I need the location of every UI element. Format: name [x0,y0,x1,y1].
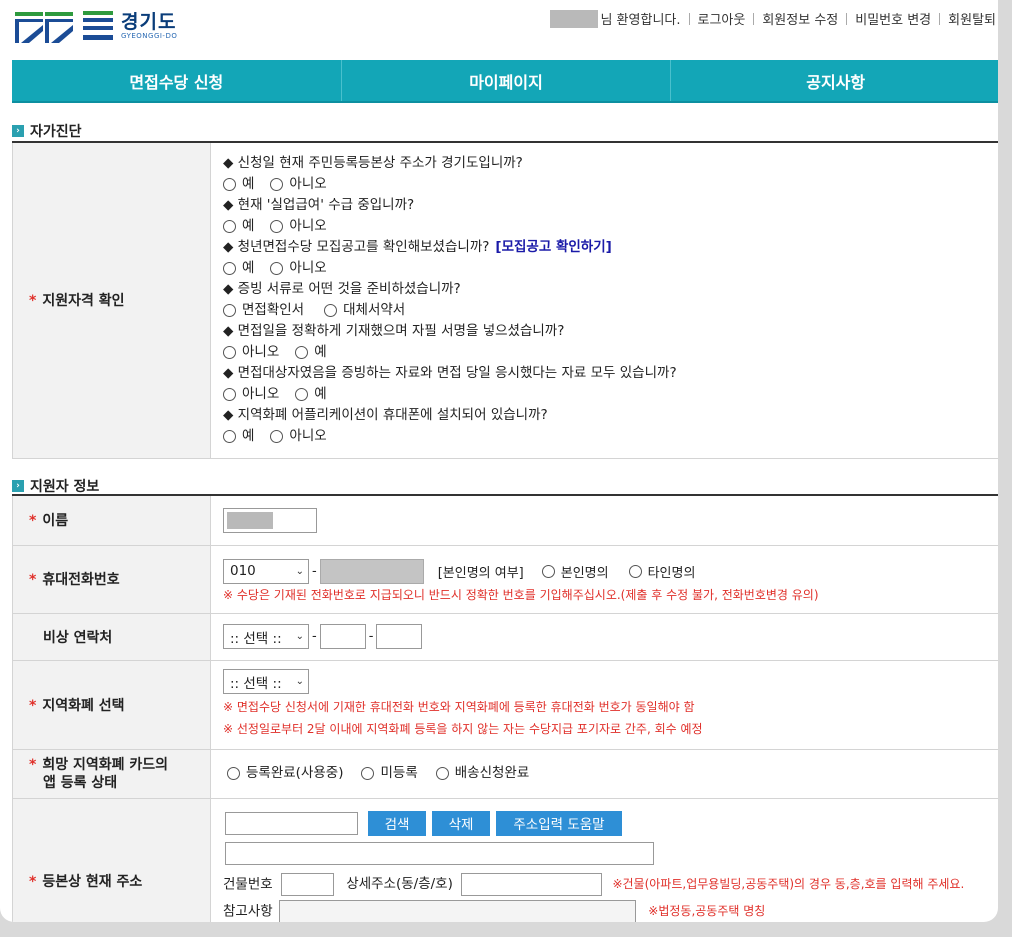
chevron-down-icon: ⌄ [295,676,304,687]
q3-option-no[interactable]: 아니오 [270,258,327,279]
currency-warning-2: ※ 선정일로부터 2달 이내에 지역화폐 등록을 하지 않는 자는 수당지급 포… [223,722,703,736]
applicant-table: * 이름 * 휴대전화번호 010 ⌄ - [본인명의 여부] 본인명의 타인명의 ※… [12,494,998,922]
q3-option-yes[interactable]: 예 [223,258,254,279]
reference-warning: ※법정동,공동주택 명칭 [648,904,766,918]
logo-title: 경기도 [121,10,177,33]
card-option-registered[interactable]: 등록완료(사용중) [227,763,343,784]
q7-option-no[interactable]: 아니오 [270,426,327,447]
card-option-unregistered[interactable]: 미등록 [361,763,418,784]
self-check-heading: › 자가진단 [12,121,82,141]
chevron-down-icon: ⌄ [295,631,304,642]
name-field[interactable] [223,507,317,533]
question-3: ◆ 청년면접수당 모집공고를 확인해보셨습니까? [모집공고 확인하기] [223,239,612,256]
nav-mypage[interactable]: 마이페이지 [342,60,672,101]
reference-label: 참고사항 [223,903,273,919]
q2-option-yes[interactable]: 예 [223,216,254,237]
top-bar: 경기도 GYEONGGI-DO 님 환영합니다. 로그아웃 회원정보 수정 비밀… [0,0,998,60]
applicant-heading: › 지원자 정보 [12,476,99,496]
main-nav: 면접수당 신청 마이페이지 공지사항 [12,60,998,103]
address-delete-button[interactable]: 삭제 [432,810,490,836]
q4-option-interview-cert[interactable]: 면접확인서 [223,300,304,321]
detail-address-label: 상세주소(동/층/호) [346,876,453,892]
zipcode-field[interactable] [225,811,358,835]
detail-address-field[interactable] [461,872,603,896]
phone-warning: ※ 수당은 기재된 전화번호로 지급되오니 반드시 정확한 번호를 기입해주십시… [223,587,819,602]
eligibility-label: 지원자격 확인 [42,293,125,310]
q1-option-yes[interactable]: 예 [223,174,254,195]
welcome-text: 님 환영합니다. [600,13,681,28]
q1-option-no[interactable]: 아니오 [270,174,327,195]
eligibility-questions: ◆ 신청일 현재 주민등록등본상 주소가 경기도입니까? 예 아니오 ◆ 현재 … [210,141,998,459]
self-check-table: * 지원자격 확인 ◆ 신청일 현재 주민등록등본상 주소가 경기도입니까? 예 … [12,141,998,459]
chevron-right-icon: › [12,480,24,492]
reference-field[interactable] [278,899,636,922]
currency-label: 지역화폐 선택 [42,697,125,714]
emergency-last-field[interactable] [376,624,423,649]
identity-option-other[interactable]: 타인명의 [628,562,695,581]
identity-option-self[interactable]: 본인명의 [541,562,609,581]
q7-option-yes[interactable]: 예 [223,426,254,447]
q6-option-yes[interactable]: 예 [295,384,327,405]
address-detail-row: 건물번호 상세주소(동/층/호) ※건물(아파트,업무용빌딩,공동주택)의 경우… [223,872,986,896]
notice-link[interactable]: [모집공고 확인하기] [495,239,611,255]
phone-prefix-select[interactable]: 010 ⌄ [223,558,309,584]
logo-subtitle: GYEONGGI-DO [121,31,178,40]
page: 경기도 GYEONGGI-DO 님 환영합니다. 로그아웃 회원정보 수정 비밀… [0,0,998,922]
card-status-label: 희망 지역화폐 카드의 [42,756,168,773]
chevron-down-icon: ⌄ [295,565,304,577]
emergency-prefix-select[interactable]: :: 선택 :: ⌄ [223,624,309,649]
question-5: ◆ 면접일을 정확하게 기재했으며 자필 서명을 넣으셨습니까? [223,323,565,340]
question-2: ◆ 현재 '실업급여' 수급 중입니까? [223,197,415,214]
name-label: 이름 [42,513,69,530]
question-6: ◆ 면접대상자였음을 증빙하는 자료와 면접 당일 응시했다는 자료 모두 있습… [223,365,677,382]
address-warning: ※건물(아파트,업무용빌딩,공동주택)의 경우 동,층,호를 입력해 주세요. [612,877,965,891]
phone-number-field[interactable] [319,558,424,584]
card-option-delivery[interactable]: 배송신청완료 [435,763,529,784]
currency-select[interactable]: :: 선택 :: ⌄ [223,669,309,694]
nav-apply[interactable]: 면접수당 신청 [12,60,342,101]
nav-notice[interactable]: 공지사항 [671,60,998,101]
q4-option-substitute-pledge[interactable]: 대체서약서 [324,300,405,321]
emergency-label: 비상 연락처 [43,629,113,646]
address-main-field[interactable] [225,841,654,865]
q6-option-no[interactable]: 아니오 [223,384,279,405]
q5-option-yes[interactable]: 예 [295,342,327,363]
user-name-redacted [550,9,599,28]
withdraw-link[interactable]: 회원탈퇴 [948,9,996,28]
question-7: ◆ 지역화폐 어플리케이션이 휴대폰에 설치되어 있습니까? [223,407,548,424]
logo-mark-icon [15,9,113,43]
logout-link[interactable]: 로그아웃 [698,9,746,28]
building-no-field[interactable] [280,872,334,896]
currency-warning-1: ※ 면접수당 신청서에 기재한 휴대전화 번호와 지역화폐에 등록한 휴대전화 … [223,700,695,714]
address-search-button[interactable]: 검색 [368,810,426,836]
address-label: 등본상 현재 주소 [42,873,143,890]
building-no-label: 건물번호 [223,876,273,892]
address-help-button[interactable]: 주소입력 도움말 [496,810,622,836]
name-redacted [227,511,273,529]
chevron-right-icon: › [12,125,24,137]
user-menu: 님 환영합니다. 로그아웃 회원정보 수정 비밀번호 변경 회원탈퇴 [550,9,996,28]
q5-option-no[interactable]: 아니오 [223,342,279,363]
reference-row: 참고사항 ※법정동,공동주택 명칭 [223,899,986,922]
gyeonggi-logo[interactable]: 경기도 GYEONGGI-DO [15,9,177,43]
question-4: ◆ 증빙 서류로 어떤 것을 준비하셨습니까? [223,281,461,298]
question-1: ◆ 신청일 현재 주민등록등본상 주소가 경기도입니까? [223,155,523,172]
change-password-link[interactable]: 비밀번호 변경 [855,9,931,28]
phone-identity-label: [본인명의 여부] [437,565,524,581]
emergency-middle-field[interactable] [319,624,366,649]
phone-label: 휴대전화번호 [42,572,120,588]
q2-option-no[interactable]: 아니오 [270,216,327,237]
edit-profile-link[interactable]: 회원정보 수정 [762,9,838,28]
